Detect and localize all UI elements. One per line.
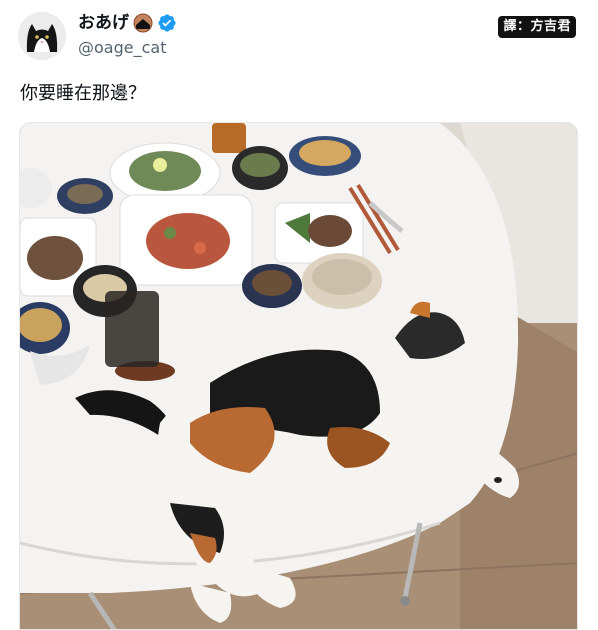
cat-avatar-icon [18, 12, 66, 60]
avatar[interactable] [18, 12, 66, 60]
cat-on-table-photo [20, 123, 577, 629]
tweet-photo[interactable] [19, 122, 578, 630]
display-name-text: おあげ [78, 13, 129, 33]
verified-badge-icon [157, 13, 177, 33]
translator-credit-badge: 譯：方吉君 [498, 16, 576, 38]
fried-tofu-emoji-icon [133, 13, 153, 33]
user-handle[interactable]: @oage_cat [78, 38, 166, 58]
tweet-text: 你要睡在那邊？ [20, 83, 146, 104]
user-display-name[interactable]: おあげ [78, 12, 177, 34]
